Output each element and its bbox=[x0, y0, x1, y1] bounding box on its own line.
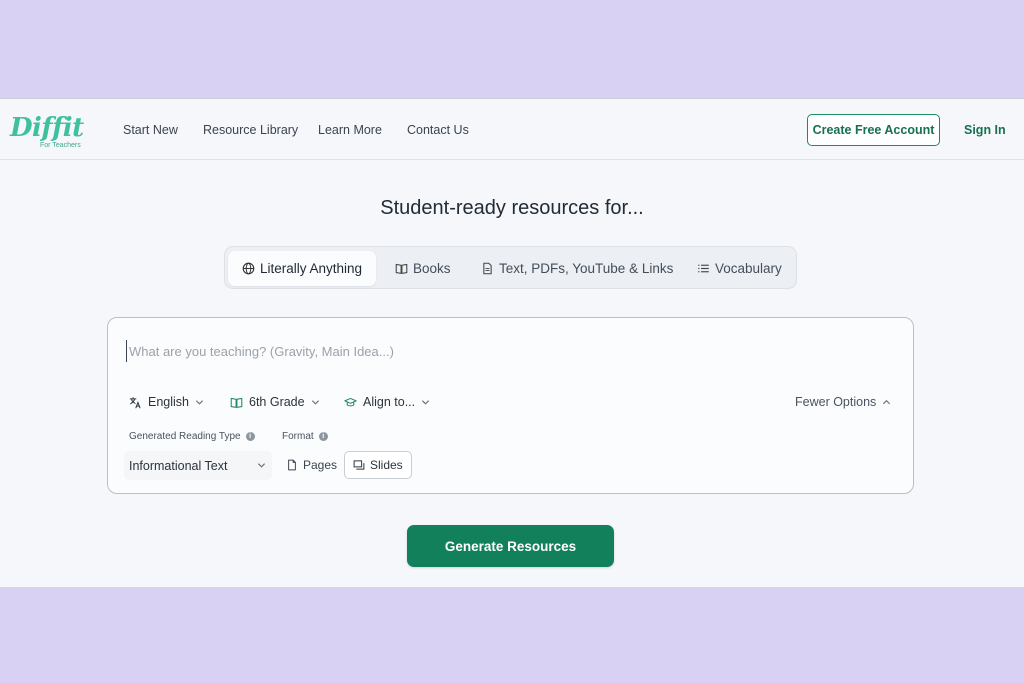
list-icon bbox=[698, 264, 709, 273]
standards-select[interactable]: Align to... bbox=[344, 395, 430, 409]
fewer-options-label: Fewer Options bbox=[795, 395, 877, 409]
tab-label: Literally Anything bbox=[260, 261, 363, 276]
reading-type-label: Generated Reading Type i bbox=[129, 431, 255, 442]
logo-wordmark: Diffit bbox=[10, 113, 84, 143]
topic-input[interactable] bbox=[126, 340, 886, 362]
format-label-text: Format bbox=[282, 431, 314, 442]
format-option-slides[interactable]: Slides bbox=[344, 451, 412, 479]
open-book-icon bbox=[230, 397, 243, 408]
diffit-logo[interactable]: Diffit For Teachers bbox=[10, 113, 90, 153]
tab-literally-anything[interactable]: Literally Anything bbox=[228, 251, 377, 286]
top-navbar: Diffit For Teachers Start New Resource L… bbox=[0, 99, 1024, 160]
tab-label: Text, PDFs, YouTube & Links bbox=[499, 261, 674, 276]
slides-icon bbox=[353, 460, 365, 470]
language-select[interactable]: English bbox=[129, 395, 204, 409]
language-label: English bbox=[148, 395, 189, 409]
tab-label: Vocabulary bbox=[715, 261, 782, 276]
nav-link-start-new[interactable]: Start New bbox=[123, 123, 178, 137]
globe-icon bbox=[242, 262, 255, 275]
format-option-label: Pages bbox=[303, 458, 338, 472]
nav-link-contact-us[interactable]: Contact Us bbox=[407, 123, 469, 137]
chevron-down-icon bbox=[257, 463, 266, 468]
chevron-down-icon bbox=[422, 399, 430, 405]
graduation-cap-icon bbox=[344, 397, 357, 406]
format-option-pages[interactable]: Pages bbox=[278, 451, 345, 479]
tab-label: Books bbox=[413, 261, 451, 276]
document-icon bbox=[483, 262, 492, 275]
generate-resources-button[interactable]: Generate Resources bbox=[407, 525, 614, 567]
nav-link-learn-more[interactable]: Learn More bbox=[318, 123, 382, 137]
source-tabs: Literally Anything Books Text, PDFs, You… bbox=[224, 246, 797, 289]
chevron-down-icon bbox=[311, 399, 319, 405]
format-option-label: Slides bbox=[370, 458, 403, 472]
format-label: Format i bbox=[282, 431, 328, 442]
reading-type-label-text: Generated Reading Type bbox=[129, 431, 241, 442]
info-icon[interactable]: i bbox=[318, 432, 328, 441]
grade-label: 6th Grade bbox=[249, 395, 305, 409]
translate-icon bbox=[129, 396, 141, 408]
info-icon[interactable]: i bbox=[245, 432, 255, 441]
create-free-account-button[interactable]: Create Free Account bbox=[807, 114, 940, 146]
page-headline: Student-ready resources for... bbox=[380, 197, 644, 219]
fewer-options-toggle[interactable]: Fewer Options bbox=[795, 395, 891, 409]
chevron-down-icon bbox=[195, 399, 204, 405]
sign-in-link[interactable]: Sign In bbox=[964, 123, 1006, 137]
tab-vocabulary[interactable]: Vocabulary bbox=[697, 251, 782, 286]
topic-input-card: English 6th Grade Align to... Fewer Opti… bbox=[107, 317, 914, 494]
logo-tagline: For Teachers bbox=[40, 142, 81, 149]
book-icon bbox=[395, 263, 408, 274]
reading-type-select[interactable]: Informational Text bbox=[124, 451, 272, 480]
standards-label: Align to... bbox=[363, 395, 416, 409]
reading-type-value: Informational Text bbox=[129, 458, 228, 473]
app-window: Diffit For Teachers Start New Resource L… bbox=[0, 98, 1024, 587]
nav-link-resource-library[interactable]: Resource Library bbox=[203, 123, 298, 137]
tab-text-pdfs-youtube-links[interactable]: Text, PDFs, YouTube & Links bbox=[481, 251, 673, 286]
tab-books[interactable]: Books bbox=[395, 251, 451, 286]
chevron-up-icon bbox=[883, 399, 891, 404]
grade-select[interactable]: 6th Grade bbox=[230, 395, 320, 409]
page-icon bbox=[288, 459, 296, 471]
